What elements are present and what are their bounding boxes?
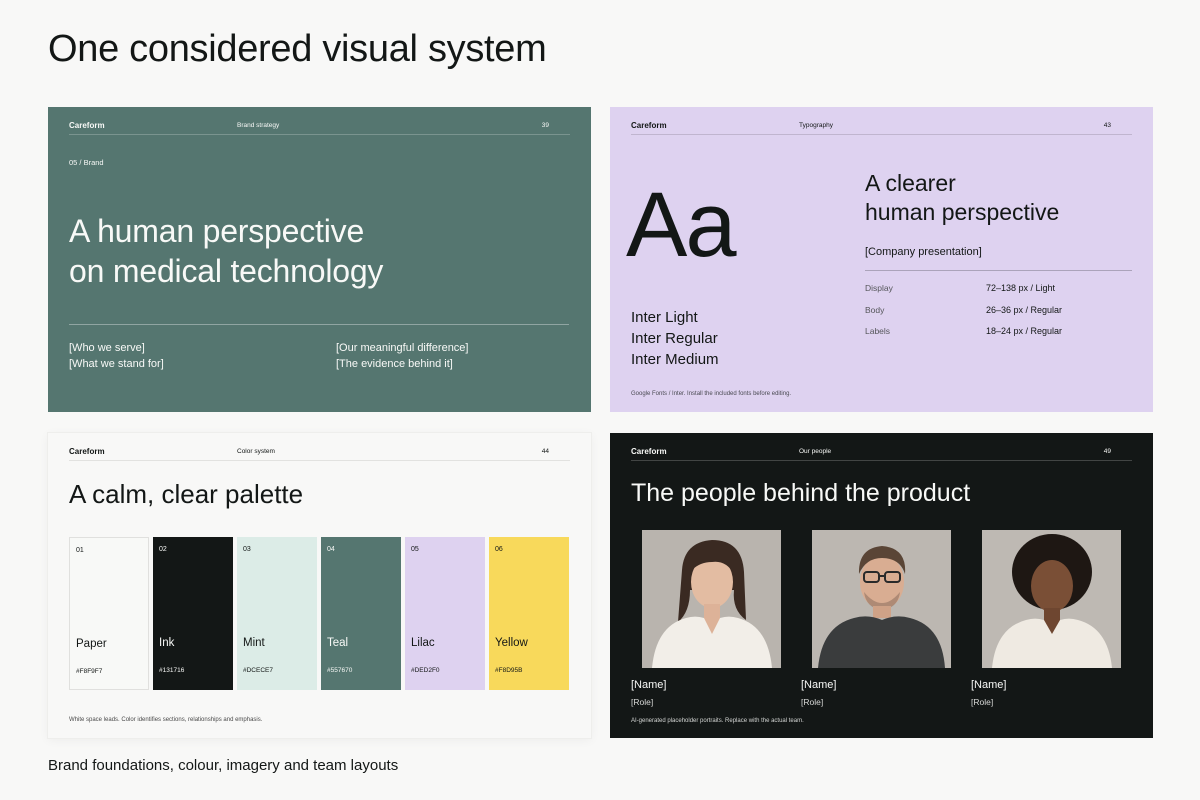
slide-color-system[interactable]: Careform Color system 44 A calm, clear p… [48, 433, 591, 738]
slide-page-number: 39 [541, 122, 549, 129]
placeholder-item: [The evidence behind it] [336, 358, 453, 370]
team-member-card: [Name] [Role] [801, 530, 951, 707]
placeholder-list-left: [Who we serve] [What we stand for] [69, 340, 164, 372]
spec-row: Display 72–138 px / Light [865, 283, 1132, 305]
swatch-hex: #131716 [159, 667, 185, 674]
swatch-hex: #557670 [327, 667, 353, 674]
slide-header: Careform Our people 49 [631, 447, 1132, 461]
page-title: One considered visual system [48, 28, 547, 70]
swatch-name: Paper [76, 638, 107, 650]
woman-portrait [642, 530, 781, 668]
slide-our-people[interactable]: Careform Our people 49 The people behind… [610, 433, 1153, 738]
footnote: Google Fonts / Inter. Install the includ… [631, 391, 792, 397]
swatch-number: 01 [76, 547, 84, 554]
header-divider [69, 460, 570, 461]
member-role: [Role] [971, 697, 994, 707]
headline-line: A clearer [865, 170, 956, 196]
swatch-number: 05 [411, 546, 419, 553]
presentation-tag: [Company presentation] [865, 246, 982, 258]
spec-label: Body [865, 304, 885, 315]
brand-name: Careform [69, 121, 105, 130]
section-label: Brand strategy [237, 122, 280, 129]
slide-header: Careform Typography 43 [631, 121, 1132, 135]
swatch-hex: #DCECE7 [243, 667, 273, 674]
swatch-mint: 03 Mint #DCECE7 [237, 537, 317, 690]
swatch-number: 03 [243, 546, 251, 553]
header-divider [631, 134, 1132, 135]
placeholder-item: [What we stand for] [69, 358, 164, 370]
slide-headline: The people behind the product [631, 479, 971, 507]
headline-line: A human perspective [69, 213, 365, 249]
section-label: Our people [799, 448, 832, 455]
swatch-name: Ink [159, 637, 175, 649]
color-swatch-row: 01 Paper #F8F9F7 02 Ink #131716 03 Mint … [69, 537, 570, 690]
spec-row: Body 26–36 px / Regular [865, 305, 1132, 327]
swatch-hex: #DED2F0 [411, 667, 440, 674]
swatch-paper: 01 Paper #F8F9F7 [69, 537, 149, 690]
swatch-name: Teal [327, 637, 349, 649]
font-weight-item: Inter Medium [631, 351, 719, 368]
spec-value: 18–24 px / Regular [986, 326, 1063, 336]
swatch-ink: 02 Ink #131716 [153, 537, 233, 690]
slide-brand-strategy[interactable]: Careform Brand strategy 39 05 / Brand A … [48, 107, 591, 412]
page-caption: Brand foundations, colour, imagery and t… [48, 757, 399, 774]
brand-name: Careform [69, 447, 105, 456]
placeholder-list-right: [Our meaningful difference] [The evidenc… [336, 340, 468, 372]
swatch-number: 02 [159, 546, 167, 553]
content-divider [69, 324, 569, 325]
member-name: [Name] [801, 679, 837, 691]
member-name: [Name] [971, 679, 1007, 691]
placeholder-item: [Our meaningful difference] [336, 342, 469, 354]
swatch-number: 06 [495, 546, 503, 553]
spec-value: 26–36 px / Regular [986, 304, 1063, 315]
spec-row: Labels 18–24 px / Regular [865, 326, 1132, 348]
footnote: AI-generated placeholder portraits. Repl… [631, 718, 804, 724]
woman-portrait [982, 530, 1121, 668]
man-portrait [812, 530, 951, 668]
section-label: Color system [237, 448, 275, 455]
slide-headline: A clearer human perspective [865, 169, 1059, 227]
swatch-hex: #F8D95B [495, 667, 523, 674]
headline-line: on medical technology [69, 253, 384, 289]
type-specimen: Aa [626, 174, 737, 276]
swatch-lilac: 05 Lilac #DED2F0 [405, 537, 485, 690]
slide-page-number: 43 [1103, 122, 1111, 129]
slide-header: Careform Brand strategy 39 [69, 121, 570, 135]
brand-name: Careform [631, 121, 667, 130]
footnote: White space leads. Color identifies sect… [69, 717, 263, 723]
slide-header: Careform Color system 44 [69, 447, 570, 461]
eyebrow-label: 05 / Brand [69, 158, 104, 167]
swatch-hex: #F8F9F7 [76, 668, 103, 675]
headline-line: human perspective [865, 199, 1060, 225]
member-role: [Role] [631, 697, 654, 707]
section-label: Typography [799, 122, 833, 129]
member-role: [Role] [801, 697, 824, 707]
swatch-number: 04 [327, 546, 335, 553]
swatch-teal: 04 Teal #557670 [321, 537, 401, 690]
font-weight-item: Inter Regular [631, 330, 718, 347]
spec-label: Labels [865, 326, 891, 336]
member-name: [Name] [631, 679, 667, 691]
slide-headline: A calm, clear palette [69, 479, 304, 509]
header-divider [69, 134, 570, 135]
slide-headline: A human perspective on medical technolog… [69, 211, 383, 291]
swatch-name: Yellow [495, 637, 528, 649]
slide-page-number: 44 [541, 448, 549, 455]
font-weight-list: Inter Light Inter Regular Inter Medium [631, 307, 719, 370]
spec-value: 72–138 px / Light [986, 283, 1056, 293]
font-weight-item: Inter Light [631, 309, 698, 326]
swatch-name: Mint [243, 637, 265, 649]
brand-name: Careform [631, 447, 667, 456]
slide-typography[interactable]: Careform Typography 43 Aa Inter Light In… [610, 107, 1153, 412]
header-divider [631, 460, 1132, 461]
team-member-card: [Name] [Role] [631, 530, 781, 707]
swatch-name: Lilac [411, 637, 435, 649]
slide-page-number: 49 [1103, 448, 1111, 455]
type-spec-table: Display 72–138 px / Light Body 26–36 px … [865, 283, 1132, 348]
placeholder-item: [Who we serve] [69, 342, 145, 354]
swatch-yellow: 06 Yellow #F8D95B [489, 537, 569, 690]
spec-label: Display [865, 283, 893, 293]
content-divider [865, 270, 1132, 271]
team-member-card: [Name] [Role] [971, 530, 1121, 707]
